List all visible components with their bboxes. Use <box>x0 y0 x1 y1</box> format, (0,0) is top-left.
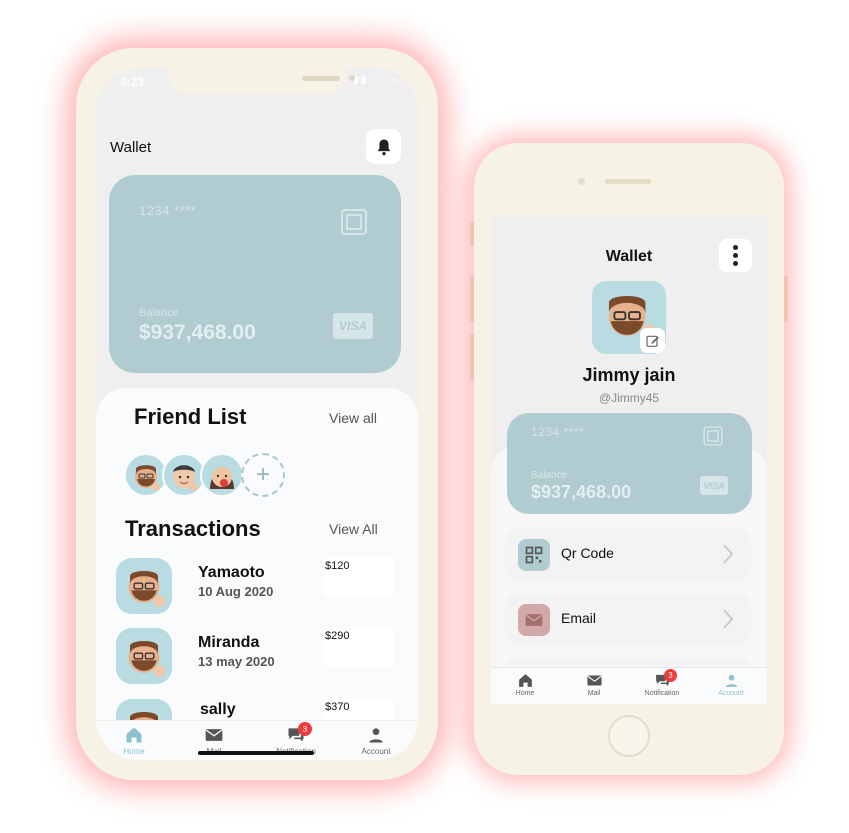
transaction-avatar <box>116 628 172 684</box>
card-number: 1234 **** <box>139 203 197 218</box>
balance-amount: $937,468.00 <box>531 482 632 502</box>
edit-avatar-button[interactable] <box>640 328 665 353</box>
add-friend-button[interactable]: + <box>241 453 285 497</box>
view-all-transactions-link[interactable]: View All <box>329 521 378 537</box>
transaction-row[interactable]: Miranda 13 may 2020 $290 <box>96 628 418 688</box>
transaction-amount: $120 <box>324 558 394 596</box>
dot-icon <box>733 245 738 250</box>
person-icon <box>725 674 737 687</box>
home-indicator <box>198 751 314 755</box>
home-icon <box>126 727 142 743</box>
menu-item-label: Qr Code <box>561 545 614 561</box>
transaction-date: 10 Aug 2020 <box>198 584 274 599</box>
tab-label: Account <box>361 747 391 756</box>
transaction-name: sally <box>200 701 236 718</box>
dot-icon <box>733 261 738 266</box>
memoji-man-icon <box>173 465 198 491</box>
more-menu-button[interactable] <box>719 239 752 272</box>
chip-icon <box>341 209 367 235</box>
chevron-right-icon <box>723 609 734 629</box>
card-number: 1234 **** <box>531 425 585 439</box>
page-title: Wallet <box>110 139 152 156</box>
tab-notification[interactable]: 3 Notification <box>637 669 687 697</box>
transaction-avatar <box>116 558 172 614</box>
notch <box>168 68 355 94</box>
balance-label: Balance <box>139 307 179 319</box>
tab-mail[interactable]: Mail <box>569 672 619 697</box>
memoji-bearded-icon <box>128 640 165 677</box>
bell-icon <box>377 139 390 155</box>
notification-button[interactable] <box>366 129 401 164</box>
qr-code-icon <box>525 546 543 564</box>
person-icon <box>369 728 383 743</box>
notification-badge: 3 <box>298 722 312 736</box>
tab-home[interactable]: Home <box>104 725 164 756</box>
tab-label: Account <box>718 690 744 697</box>
tab-label: Mail <box>587 690 601 697</box>
menu-item-qr-code[interactable]: Qr Code <box>505 529 751 580</box>
mail-icon <box>586 675 602 686</box>
balance-label: Balance <box>531 470 568 481</box>
profile-handle: @Jimmy45 <box>598 391 660 405</box>
memoji-bearded-icon <box>135 465 160 491</box>
speaker <box>605 179 651 184</box>
envelope-icon <box>525 614 543 626</box>
profile-avatar[interactable] <box>592 281 666 354</box>
camera <box>349 75 355 81</box>
status-icons: ▮▮ ◠ ▭ <box>353 75 400 86</box>
credit-card[interactable]: 1234 **** Balance $937,468.00 VISA <box>109 175 401 373</box>
visa-logo: VISA <box>333 313 373 339</box>
qr-code-icon-wrap <box>518 539 550 571</box>
profile-name: Jimmy jain <box>582 365 676 385</box>
phone-mockup-left: 4:23 ▮▮ ◠ ▭ Wallet 1234 **** Balance $93… <box>76 48 438 780</box>
phone-mockup-right: Wallet Jimmy jain @Jimmy45 1234 **** Bal… <box>474 143 784 775</box>
credit-card[interactable]: 1234 **** Balance $937,468.00 VISA <box>507 413 752 514</box>
friend-avatars: + <box>124 453 294 499</box>
tab-label: Home <box>123 747 145 756</box>
front-camera <box>578 178 585 185</box>
tab-bar: Home Mail 3 Notification <box>491 667 767 704</box>
view-all-friends-link[interactable]: View all <box>329 410 377 426</box>
memoji-woman-icon <box>210 467 234 489</box>
edit-icon <box>645 335 659 347</box>
home-button[interactable] <box>608 715 650 757</box>
mail-icon <box>205 729 223 741</box>
transaction-row[interactable]: Yamaoto 10 Aug 2020 $120 <box>96 558 418 618</box>
wallet-screen: 4:23 ▮▮ ◠ ▭ Wallet 1234 **** Balance $93… <box>96 68 418 760</box>
tab-home[interactable]: Home <box>500 672 550 697</box>
visa-logo: VISA <box>700 476 728 495</box>
notification-badge: 3 <box>664 669 677 682</box>
friend-avatar[interactable] <box>200 453 244 497</box>
chip-icon <box>703 426 723 446</box>
memoji-bearded-icon <box>128 570 165 607</box>
menu-item-email[interactable]: Email <box>505 594 751 645</box>
speaker <box>302 76 340 81</box>
friend-list-title: Friend List <box>134 404 247 429</box>
home-icon <box>518 674 532 687</box>
status-time: 4:23 <box>120 75 145 89</box>
tab-account[interactable]: Account <box>346 725 406 756</box>
dot-icon <box>733 253 738 258</box>
tab-label: Home <box>515 690 535 697</box>
power-button <box>784 276 788 322</box>
tab-account[interactable]: Account <box>706 672 756 697</box>
envelope-icon-wrap <box>518 604 550 636</box>
transaction-amount: $290 <box>324 628 394 666</box>
menu-item-label: Email <box>561 610 597 626</box>
transaction-name: Yamaoto <box>198 564 265 581</box>
transactions-title: Transactions <box>125 516 261 541</box>
transaction-date: 13 may 2020 <box>198 654 275 669</box>
transaction-name: Miranda <box>198 634 260 651</box>
balance-amount: $937,468.00 <box>139 321 256 344</box>
tab-label: Notification <box>644 690 680 697</box>
chevron-right-icon <box>723 544 734 564</box>
profile-screen: Wallet Jimmy jain @Jimmy45 1234 **** Bal… <box>491 217 767 704</box>
